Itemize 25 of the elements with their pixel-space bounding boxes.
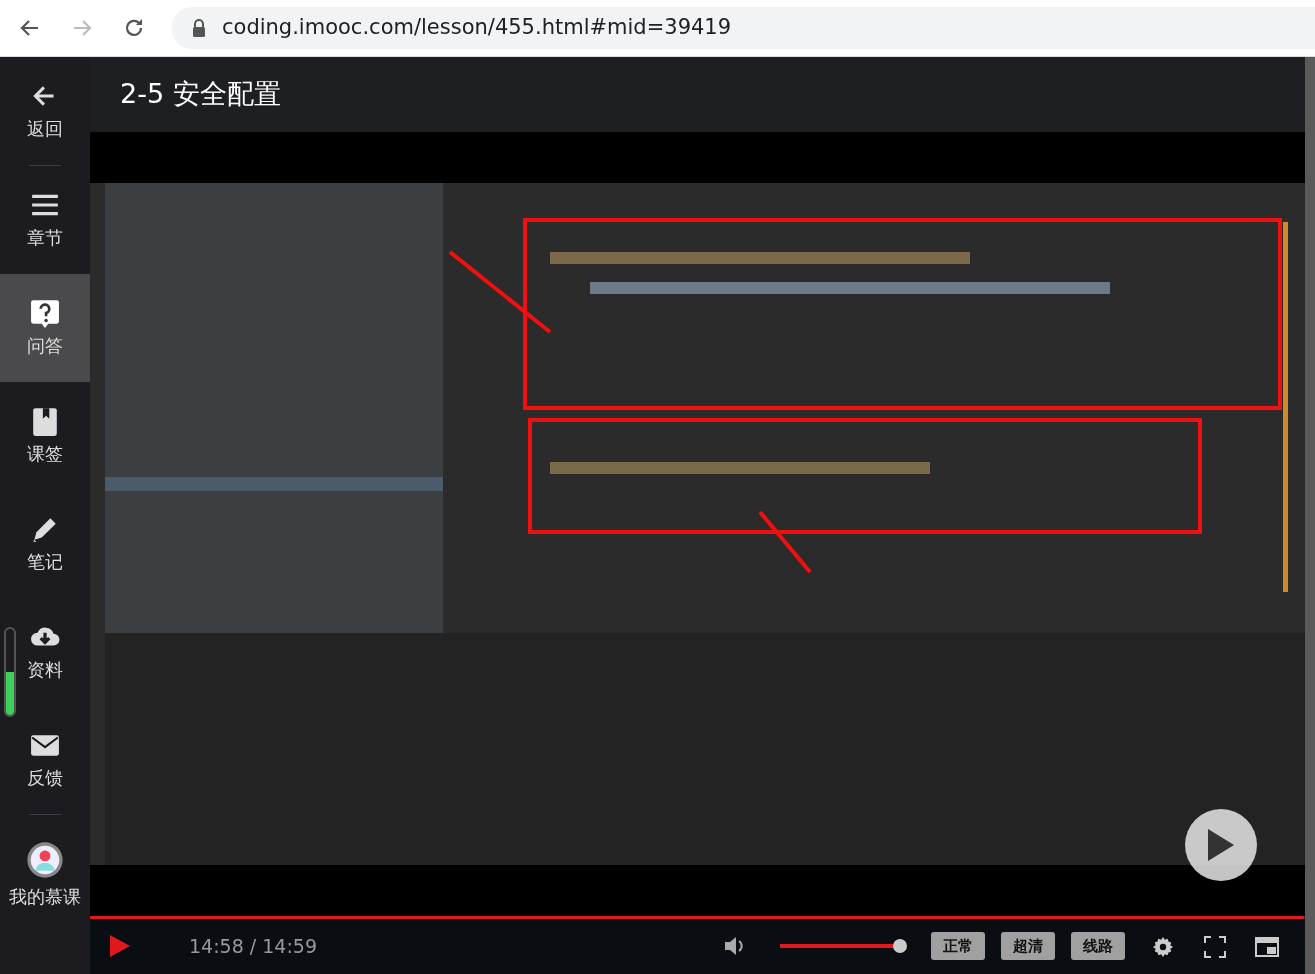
avatar-icon: [26, 840, 64, 879]
sidebar-item[interactable]: 章节: [0, 166, 90, 274]
window-icon: [1255, 936, 1279, 957]
play-icon: [1206, 827, 1236, 863]
sidebar-item[interactable]: 笔记: [0, 490, 90, 598]
lock-icon: [192, 19, 206, 37]
time-display: 14:58 / 14:59: [189, 933, 317, 959]
quality-button[interactable]: 线路: [1071, 931, 1125, 961]
sidebar-item[interactable]: 反馈: [0, 706, 90, 814]
address-bar[interactable]: coding.imooc.com/lesson/455.html#mid=39419: [172, 7, 1315, 49]
sidebar-item[interactable]: 课签: [0, 382, 90, 490]
quality-button[interactable]: 超清: [1001, 931, 1055, 961]
lesson-title: 2-5 安全配置: [119, 77, 282, 112]
sidebar-item[interactable]: 我的慕课: [0, 815, 90, 935]
question-icon: [30, 297, 60, 328]
url-text: coding.imooc.com/lesson/455.html#mid=39419: [222, 14, 732, 42]
bookmark-icon: [30, 405, 60, 436]
play-icon: [109, 934, 131, 959]
sidebar-item[interactable]: 问答: [0, 274, 90, 382]
quality-button[interactable]: 正常: [931, 931, 985, 961]
gear-icon: [1152, 935, 1174, 958]
volume-thumb[interactable]: [893, 939, 907, 953]
fullscreen-icon: [1204, 935, 1226, 958]
scrollbar[interactable]: [1305, 57, 1315, 974]
sidebar-item[interactable]: 返回: [0, 57, 90, 165]
